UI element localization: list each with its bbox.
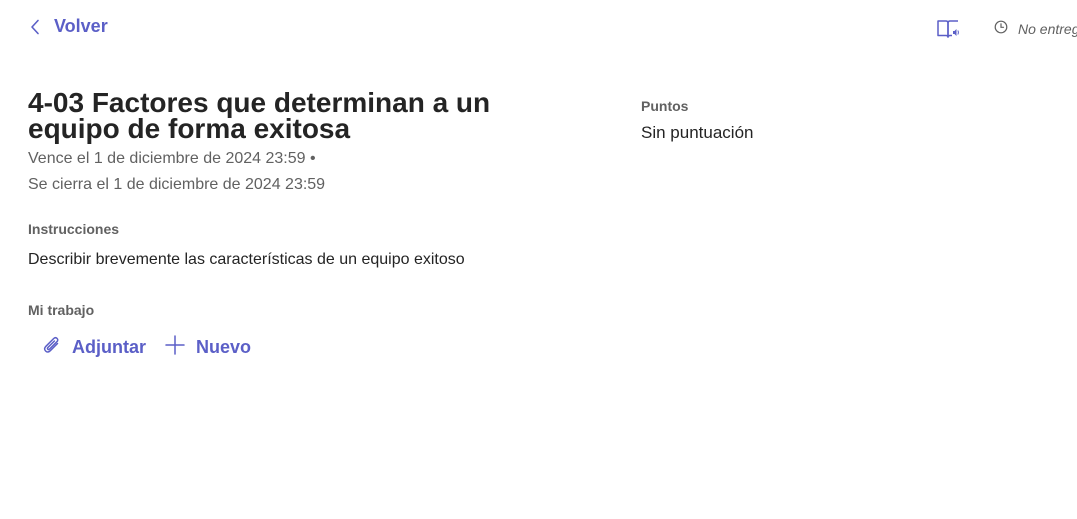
points-heading: Puntos: [641, 98, 689, 114]
back-label: Volver: [54, 16, 108, 36]
attach-button[interactable]: Adjuntar: [42, 334, 146, 361]
chevron-left-icon: [30, 19, 40, 35]
due-date: Vence el 1 de diciembre de 2024 23:59 •: [28, 150, 316, 167]
status-text: No entreg: [1018, 20, 1077, 37]
paperclip-icon: [42, 334, 62, 361]
back-button[interactable]: Volver: [30, 16, 108, 37]
new-button[interactable]: Nuevo: [164, 334, 251, 361]
immersive-reader-icon: [936, 20, 960, 43]
instructions-text: Describir brevemente las características…: [28, 251, 465, 268]
points-value: Sin puntuación: [641, 123, 754, 142]
close-date: Se cierra el 1 de diciembre de 2024 23:5…: [28, 176, 326, 193]
instructions-heading: Instrucciones: [28, 221, 120, 237]
clock-icon: [994, 20, 1008, 37]
assignment-page: Volver No entreg 4-03 Factores que deter…: [0, 0, 1077, 519]
submission-status: No entreg: [994, 20, 1077, 37]
immersive-reader-button[interactable]: [936, 19, 960, 39]
new-label: Nuevo: [196, 337, 252, 357]
plus-icon: [164, 334, 186, 361]
my-work-heading: Mi trabajo: [28, 302, 95, 318]
attach-label: Adjuntar: [72, 337, 146, 357]
assignment-title: 4-03 Factores que determinan a un equipo…: [28, 87, 491, 144]
